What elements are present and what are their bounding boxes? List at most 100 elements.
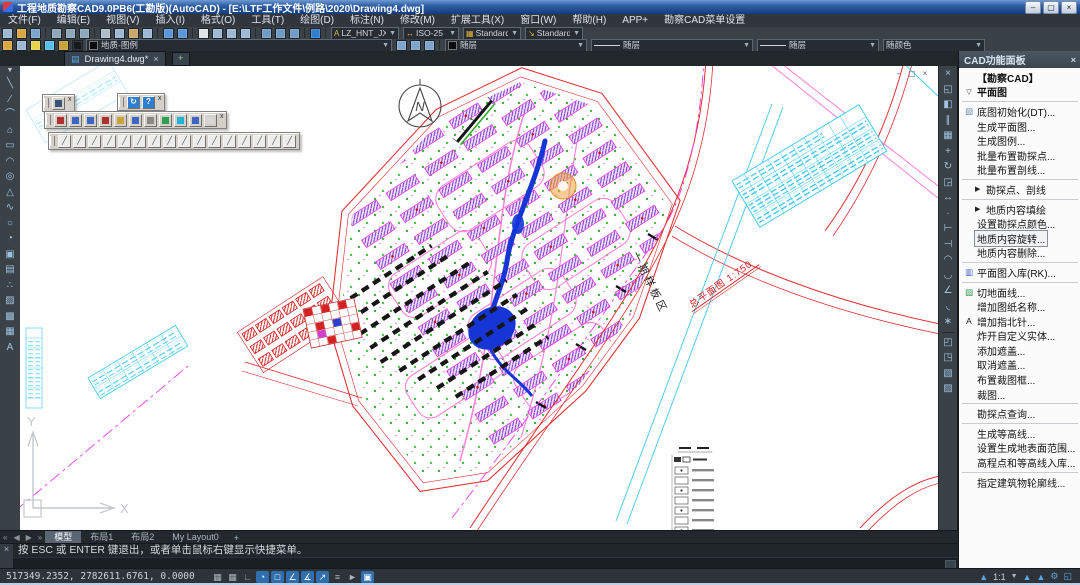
- annotation-scale-icon[interactable]: ▲: [979, 572, 988, 582]
- tab-close-icon[interactable]: ×: [153, 54, 158, 64]
- image-clip-icon[interactable]: [69, 114, 82, 127]
- panel-item-13[interactable]: 地质内容旋转...: [959, 231, 1080, 246]
- toolbar-close-icon[interactable]: x: [68, 96, 72, 103]
- fillet-icon[interactable]: ◟: [940, 299, 956, 315]
- scale-dropdown-icon[interactable]: ▼: [1011, 573, 1018, 580]
- polygon-icon[interactable]: ⌂: [2, 123, 18, 139]
- snap-image-icon[interactable]: [144, 114, 157, 127]
- panel-item-20[interactable]: A增加指北针...: [959, 314, 1080, 329]
- hatch-pattern-icon-5[interactable]: ╱: [118, 135, 131, 148]
- hatch-pattern-icon-10[interactable]: ╱: [193, 135, 206, 148]
- open-file-icon[interactable]: [16, 28, 27, 39]
- move-icon[interactable]: +: [940, 144, 956, 160]
- panel-item-3[interactable]: ▧底图初始化(DT)...: [959, 104, 1080, 119]
- menu-item-9[interactable]: 扩展工具(X): [443, 14, 512, 27]
- render-tool-icon[interactable]: [52, 97, 65, 110]
- menu-item-4[interactable]: 格式(O): [193, 14, 243, 27]
- chevron-down-icon[interactable]: ▼: [449, 30, 456, 37]
- fullscreen-icon[interactable]: ◱: [1063, 571, 1072, 582]
- grid-display-toggle[interactable]: ▦: [211, 571, 224, 583]
- menu-item-11[interactable]: 帮助(H): [564, 14, 614, 27]
- menu-item-3[interactable]: 插入(I): [147, 14, 192, 27]
- hatch-pattern-icon-1[interactable]: ╱: [58, 135, 71, 148]
- panel-item-11[interactable]: ▶地质内容填绘: [959, 202, 1080, 217]
- panel-item-12[interactable]: 设置勘探点颜色...: [959, 216, 1080, 231]
- snap-mode-toggle[interactable]: ▦: [226, 571, 239, 583]
- water-tool-icon[interactable]: [174, 114, 187, 127]
- panel-item-0[interactable]: 【勘察CAD】: [959, 70, 1080, 85]
- point-icon[interactable]: ∴: [2, 278, 18, 294]
- rotate-icon[interactable]: ↻: [940, 159, 956, 175]
- create-block-icon[interactable]: ▤: [2, 262, 18, 278]
- hatch-pattern-icon-15[interactable]: ╱: [268, 135, 281, 148]
- polar-tracking-toggle[interactable]: ◔: [256, 571, 269, 583]
- explode-icon[interactable]: ∗: [940, 314, 956, 330]
- table-icon[interactable]: ▦: [2, 324, 18, 340]
- panel-item-16[interactable]: ▥平面图入库(RK)...: [959, 265, 1080, 280]
- minimize-button[interactable]: –: [1025, 1, 1041, 14]
- expand-arrow-icon[interactable]: ▶: [975, 205, 984, 213]
- make-object-layer-current-icon[interactable]: [396, 40, 407, 51]
- send-under-icon[interactable]: ▨: [940, 381, 956, 397]
- hatch-pattern-icon-14[interactable]: ╱: [253, 135, 266, 148]
- layout-nav-icon-0[interactable]: «: [0, 533, 10, 542]
- object-snap-toggle[interactable]: □: [271, 571, 284, 583]
- publish-icon[interactable]: [79, 28, 90, 39]
- menu-item-10[interactable]: 窗口(W): [512, 14, 564, 27]
- trim-icon[interactable]: ⊢: [940, 221, 956, 237]
- hatch-pattern-icon-12[interactable]: ╱: [223, 135, 236, 148]
- erase-icon[interactable]: ×: [940, 66, 956, 82]
- panel-item-14[interactable]: 地质内容删除...: [959, 246, 1080, 261]
- panel-item-22[interactable]: 添加遮盖...: [959, 343, 1080, 358]
- viewports-icon[interactable]: [261, 28, 272, 39]
- drawing-canvas[interactable]: N 总平面图 1:750 一期样板区: [20, 66, 938, 530]
- panel-close-icon[interactable]: ×: [1071, 55, 1076, 65]
- panel-item-30[interactable]: 设置生成地表面范围...: [959, 441, 1080, 456]
- cut-icon[interactable]: [100, 28, 111, 39]
- panel-item-33[interactable]: 指定建筑物轮廓线...: [959, 475, 1080, 490]
- arc-icon[interactable]: ◠: [2, 154, 18, 170]
- offset-icon[interactable]: ∥: [940, 113, 956, 129]
- annotation-autoscale-icon[interactable]: ▲: [1036, 572, 1045, 582]
- spline-icon[interactable]: ∿: [2, 200, 18, 216]
- draw-boundary-icon[interactable]: [129, 114, 142, 127]
- gradient-icon[interactable]: ▩: [2, 309, 18, 325]
- chamfer-icon[interactable]: ∠: [940, 283, 956, 299]
- hatch-icon[interactable]: ▨: [2, 293, 18, 309]
- panel-item-18[interactable]: ▨切地面线...: [959, 285, 1080, 300]
- chevron-down-icon[interactable]: ▼: [743, 42, 750, 49]
- bring-to-front-icon[interactable]: ◰: [940, 335, 956, 351]
- hatch-pattern-icon-11[interactable]: ╱: [208, 135, 221, 148]
- chevron-down-icon[interactable]: ▼: [573, 30, 580, 37]
- add-layout-button[interactable]: +: [228, 533, 245, 543]
- color-combo[interactable]: 随层▼: [445, 39, 587, 52]
- hatch-pattern-icon-4[interactable]: ╱: [103, 135, 116, 148]
- new-file-icon[interactable]: [2, 28, 13, 39]
- layer-states-icon[interactable]: [16, 40, 27, 51]
- ortho-mode-toggle[interactable]: ∟: [241, 571, 254, 583]
- insert-block-icon[interactable]: ▣: [2, 247, 18, 263]
- web-icon[interactable]: [310, 28, 321, 39]
- eyedropper-icon[interactable]: [204, 114, 217, 127]
- mdi-minimize-icon[interactable]: –: [894, 69, 904, 78]
- mdi-close-icon[interactable]: ×: [920, 69, 930, 78]
- panel-item-23[interactable]: 取消遮盖...: [959, 358, 1080, 373]
- layer-previous-icon[interactable]: [410, 40, 421, 51]
- layout-nav-icon-2[interactable]: ▶: [23, 533, 35, 542]
- chevron-down-icon[interactable]: ▼: [975, 42, 982, 49]
- panel-item-4[interactable]: 生成平面图...: [959, 119, 1080, 134]
- extend-icon[interactable]: ⊣: [940, 237, 956, 253]
- bring-above-icon[interactable]: ▧: [940, 366, 956, 382]
- insert-image-icon[interactable]: [189, 114, 202, 127]
- menu-item-5[interactable]: 工具(T): [243, 14, 292, 27]
- settings-gear-icon[interactable]: ⚙: [1050, 571, 1058, 582]
- toolbar-grip[interactable]: [44, 98, 49, 108]
- stretch-icon[interactable]: ↔: [940, 190, 956, 206]
- chevron-down-icon[interactable]: ▼: [869, 42, 876, 49]
- sheet-set-icon[interactable]: [289, 28, 300, 39]
- dynamic-input-toggle[interactable]: ↗: [316, 571, 329, 583]
- image-adjust-icon[interactable]: [84, 114, 97, 127]
- layer-on-icon[interactable]: [30, 40, 41, 51]
- menu-item-12[interactable]: APP+: [614, 14, 656, 27]
- hatch-pattern-icon-3[interactable]: ╱: [88, 135, 101, 148]
